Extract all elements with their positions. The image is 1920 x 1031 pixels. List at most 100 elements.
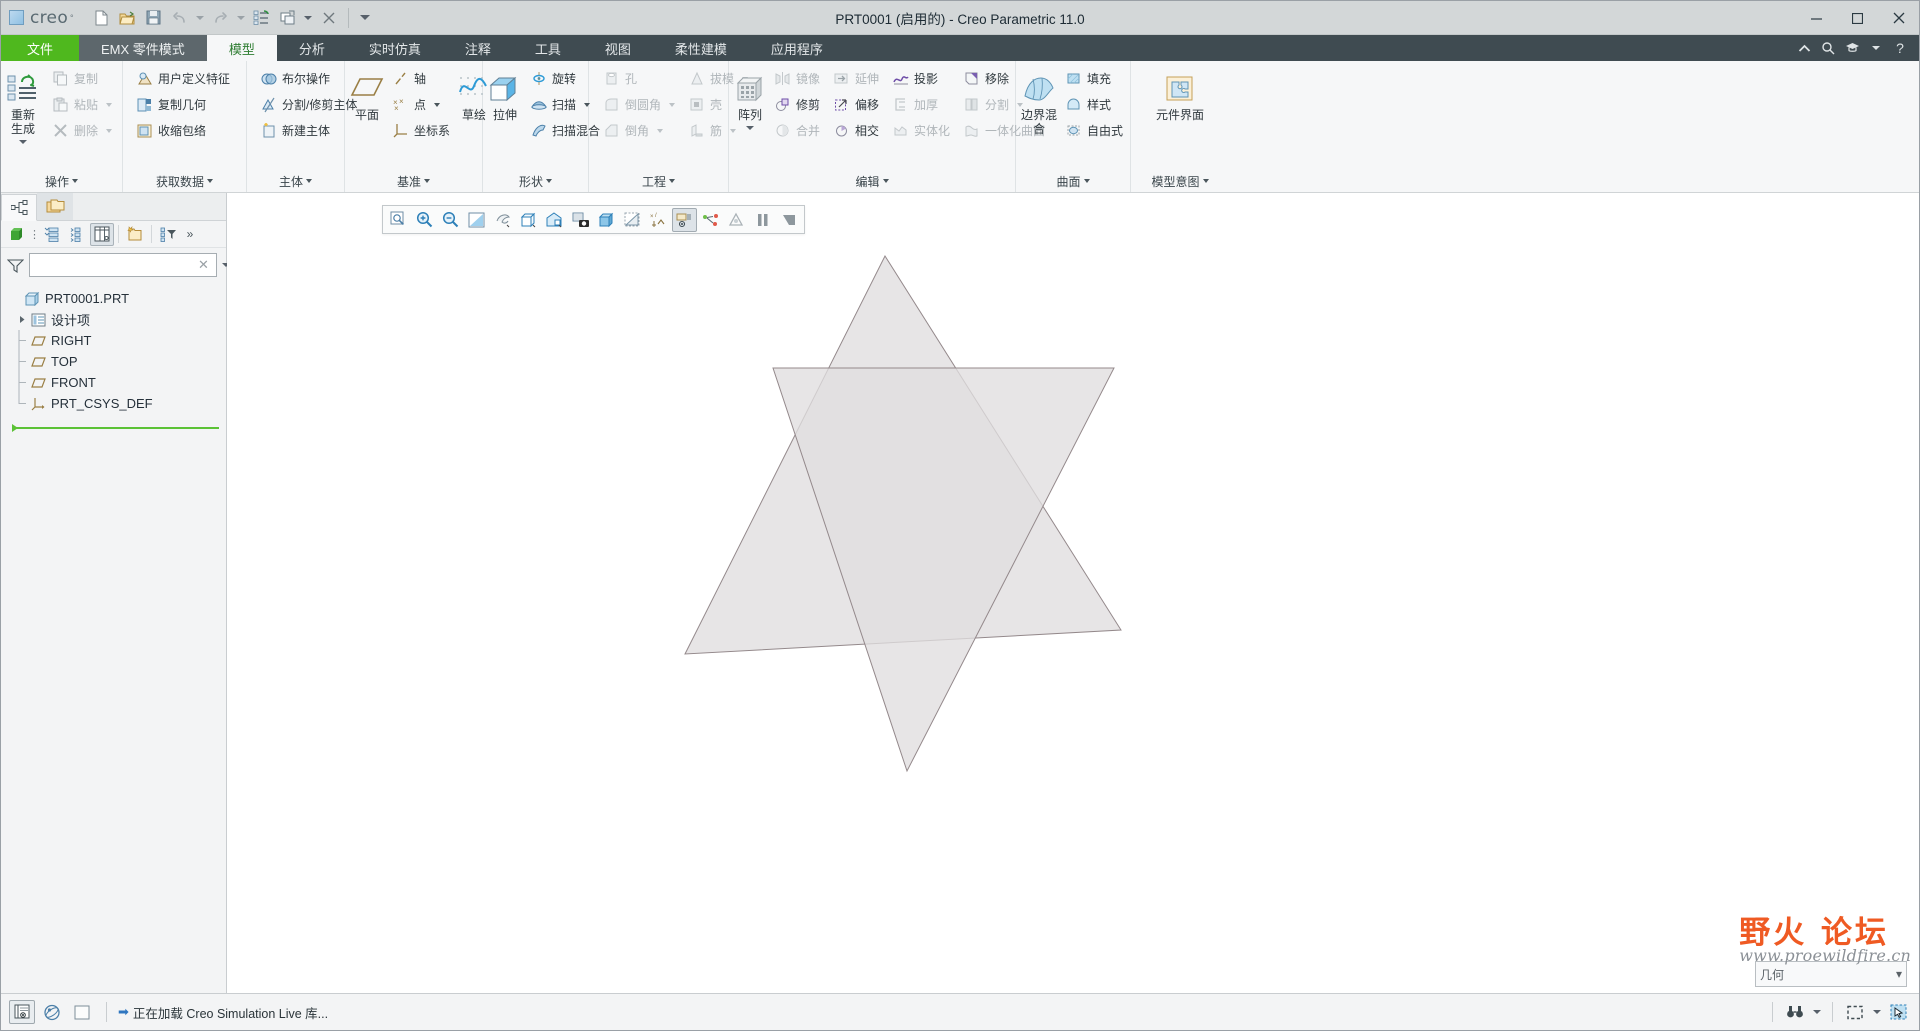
folder-browser-tab[interactable] (37, 193, 73, 220)
tree-filter-input-box[interactable]: ✕ (29, 253, 217, 277)
ribbon-group-model-intent-label[interactable]: 模型意图 (1131, 170, 1229, 192)
thicken-button[interactable]: 加厚 (886, 92, 956, 117)
learning-connector-icon[interactable] (1841, 37, 1863, 59)
settings-filter-icon[interactable] (156, 223, 180, 246)
intersect-button[interactable]: 相交 (827, 118, 885, 143)
tab-emx-part-mode[interactable]: EMX 零件模式 (79, 35, 207, 61)
geometry-filter-caret-icon[interactable]: ▾ (1896, 967, 1902, 981)
chamfer-button[interactable]: 倒角 (597, 118, 681, 143)
tree-filter-input[interactable] (34, 258, 195, 272)
coordinate-system-button[interactable]: 坐标系 (386, 118, 456, 143)
ribbon-group-get-data-label[interactable]: 获取数据 (123, 170, 246, 192)
undo-dropdown-icon[interactable] (194, 6, 207, 30)
tab-view[interactable]: 视图 (583, 35, 653, 61)
mirror-button[interactable]: 镜像 (768, 66, 826, 91)
component-interface-button[interactable]: 元件界面 (1144, 66, 1216, 123)
tree-item-right[interactable]: RIGHT (1, 330, 226, 351)
selection-filter-icon[interactable] (1842, 1000, 1868, 1024)
paste-dropdown-icon[interactable] (106, 102, 112, 107)
tree-item-csys[interactable]: PRT_CSYS_DEF (1, 393, 226, 414)
freestyle-button[interactable]: 自由式 (1059, 118, 1129, 143)
ribbon-group-operations-label[interactable]: 操作 (1, 170, 122, 192)
tab-file[interactable]: 文件 (1, 35, 80, 61)
boundary-blend-button[interactable]: 边界混合 (1020, 66, 1058, 137)
paste-button[interactable]: 粘贴 (46, 92, 118, 117)
tree-expander-design-items[interactable] (15, 315, 29, 324)
redo-icon[interactable] (209, 6, 233, 30)
udf-button[interactable]: 用户定义特征 (130, 66, 236, 91)
window-icon[interactable] (276, 6, 300, 30)
qat-customize-icon[interactable] (356, 6, 374, 30)
toolbar-overflow-dots[interactable]: ⋮ (29, 223, 40, 246)
ribbon-group-editing-label[interactable]: 编辑 (729, 170, 1015, 192)
style-button[interactable]: 样式 (1059, 92, 1129, 117)
annotation-visibility-toggle[interactable] (9, 1000, 35, 1024)
point-button[interactable]: × × × 点 (386, 92, 456, 117)
blank-panel-icon[interactable] (69, 1000, 95, 1024)
point-dropdown-icon[interactable] (434, 102, 441, 107)
delete-button[interactable]: 删除 (46, 118, 118, 143)
tab-model[interactable]: 模型 (206, 35, 277, 61)
tree-item-top[interactable]: TOP (1, 351, 226, 372)
delete-dropdown-icon[interactable] (106, 128, 112, 133)
close-window-icon[interactable] (317, 6, 341, 30)
insert-here-bar[interactable] (11, 421, 219, 432)
regenerate-button[interactable]: 重新生成 (5, 66, 41, 148)
smart-selection-icon[interactable] (1885, 1000, 1911, 1024)
axis-button[interactable]: 轴 (386, 66, 456, 91)
pattern-button[interactable]: 阵列 (733, 66, 767, 134)
selection-filter-dropdown-icon[interactable] (1870, 1000, 1883, 1024)
tab-flexible-modeling[interactable]: 柔性建模 (653, 35, 749, 61)
tab-tools[interactable]: 工具 (513, 35, 583, 61)
undo-icon[interactable] (168, 6, 192, 30)
regenerate-icon[interactable] (250, 6, 274, 30)
extend-button[interactable]: 延伸 (827, 66, 885, 91)
copy-button[interactable]: 复制 (46, 66, 118, 91)
collapse-ribbon-icon[interactable] (1793, 37, 1815, 59)
minimize-button[interactable] (1796, 1, 1837, 35)
window-dropdown-icon[interactable] (302, 6, 315, 30)
help-icon[interactable]: ? (1889, 37, 1911, 59)
folder-settings-icon[interactable] (123, 223, 147, 246)
trim-button[interactable]: 修剪 (768, 92, 826, 117)
tree-item-part[interactable]: PRT0001.PRT (1, 288, 226, 309)
search-dropdown-icon[interactable] (1810, 1000, 1823, 1024)
tab-live-simulation[interactable]: 实时仿真 (347, 35, 443, 61)
ribbon-group-body-label[interactable]: 主体 (247, 170, 344, 192)
model-tree-tab[interactable] (1, 194, 37, 221)
round-button[interactable]: 倒圆角 (597, 92, 681, 117)
graphics-viewport[interactable]: × / 几何 ▾ 野火 论坛 www.proewildfire.cn (227, 193, 1919, 993)
regenerate-dropdown-icon[interactable] (18, 136, 27, 147)
ribbon-group-engineering-label[interactable]: 工程 (589, 170, 728, 192)
project-button[interactable]: 投影 (886, 66, 956, 91)
geometry-filter-box[interactable]: 几何 ▾ (1755, 961, 1907, 987)
pattern-dropdown-icon[interactable] (746, 122, 754, 133)
maximize-button[interactable] (1837, 1, 1878, 35)
model-geometry[interactable] (227, 193, 1919, 993)
search-selection-icon[interactable] (1782, 1000, 1808, 1024)
close-button[interactable] (1878, 1, 1919, 35)
tab-applications[interactable]: 应用程序 (749, 35, 845, 61)
save-icon[interactable] (142, 6, 166, 30)
tree-item-front[interactable]: FRONT (1, 372, 226, 393)
show-icon[interactable] (5, 223, 29, 246)
round-dropdown-icon[interactable] (669, 102, 676, 107)
redo-dropdown-icon[interactable] (235, 6, 248, 30)
learning-dropdown-icon[interactable] (1865, 37, 1887, 59)
tree-item-design-items[interactable]: 设计项 (1, 309, 226, 330)
fill-button[interactable]: 填充 (1059, 66, 1129, 91)
merge-button[interactable]: 合并 (768, 118, 826, 143)
ribbon-group-datum-label[interactable]: 基准 (345, 170, 482, 192)
expand-collapse-icon[interactable] (65, 223, 89, 246)
new-file-icon[interactable] (90, 6, 114, 30)
open-file-icon[interactable] (116, 6, 140, 30)
hole-button[interactable]: 孔 (597, 66, 681, 91)
ribbon-group-shapes-label[interactable]: 形状 (483, 170, 588, 192)
shrinkwrap-button[interactable]: 收缩包络 (130, 118, 236, 143)
tree-columns-icon[interactable] (90, 222, 114, 246)
tab-annotate[interactable]: 注释 (443, 35, 513, 61)
solidify-button[interactable]: 实体化 (886, 118, 956, 143)
tree-filters-icon[interactable] (40, 223, 64, 246)
search-icon[interactable] (1817, 37, 1839, 59)
extrude-button[interactable]: 拉伸 (487, 66, 523, 123)
